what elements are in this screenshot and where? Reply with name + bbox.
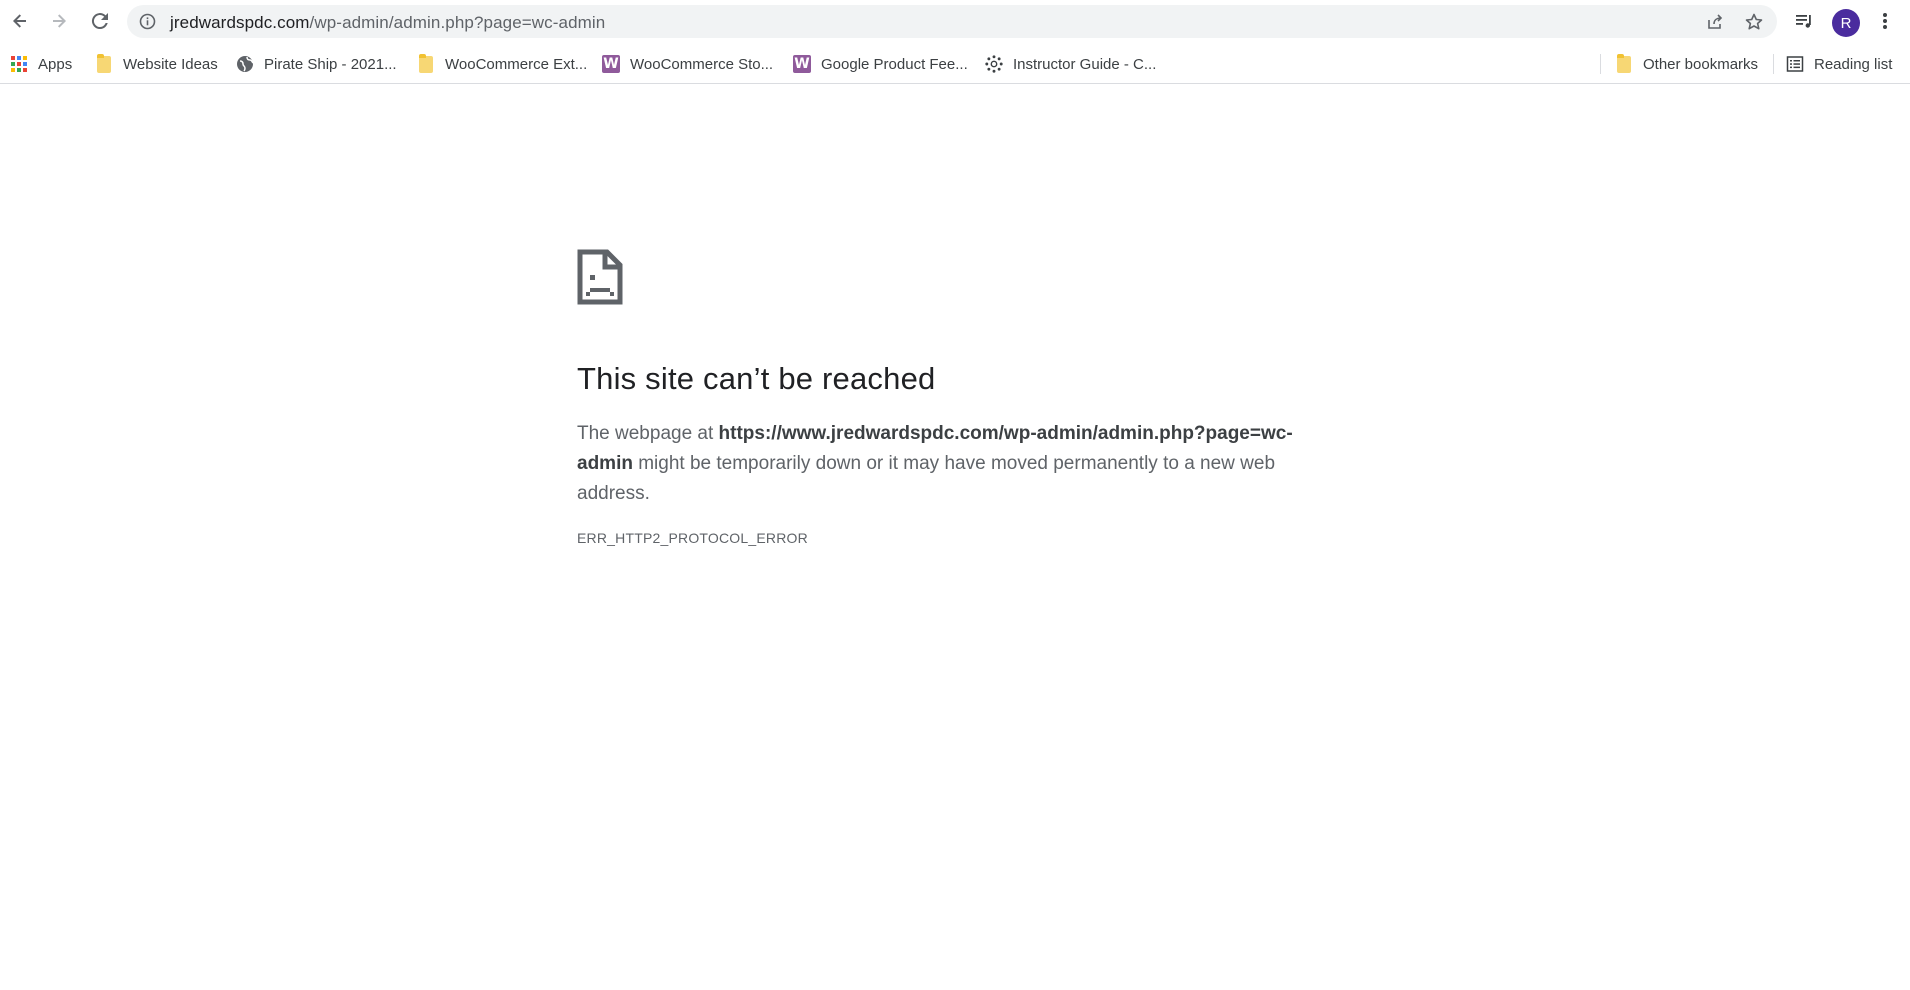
info-icon[interactable]: [139, 13, 156, 30]
woocommerce-icon: W: [602, 55, 620, 73]
share-button[interactable]: [1704, 11, 1726, 33]
share-icon: [1708, 14, 1723, 29]
bookmark-woocommerce-ext[interactable]: WooCommerce Ext...: [417, 52, 587, 76]
woocommerce-icon: W: [793, 55, 811, 73]
error-description: The webpage at https://www.jredwardspdc.…: [577, 419, 1317, 509]
bookmark-apps[interactable]: Apps: [10, 52, 72, 76]
bookmark-website-ideas[interactable]: Website Ideas: [95, 52, 218, 76]
reading-list-button[interactable]: Reading list: [1786, 52, 1892, 76]
error-title: This site can’t be reached: [577, 361, 936, 396]
bookmark-label: Apps: [38, 55, 73, 73]
url-host: jredwardspdc.com: [170, 13, 310, 32]
reload-icon: [91, 13, 108, 30]
profile-avatar[interactable]: R: [1832, 9, 1860, 37]
reading-list-icon: [1786, 55, 1804, 73]
browser-toolbar: jredwardspdc.com/wp-admin/admin.php?page…: [0, 0, 1910, 43]
bookmark-label: Website Ideas: [123, 55, 218, 73]
reload-button[interactable]: [85, 6, 115, 36]
bookmark-label: Pirate Ship - 2021...: [264, 55, 397, 73]
bookmark-label: Reading list: [1814, 55, 1893, 73]
bookmark-pirate-ship[interactable]: Pirate Ship - 2021...: [236, 52, 397, 76]
bookmark-label: Instructor Guide - C...: [1013, 55, 1157, 73]
url-path: /wp-admin/admin.php?page=wc-admin: [309, 13, 606, 32]
folder-icon: [1615, 53, 1633, 73]
bookmark-google-product-feed[interactable]: W Google Product Fee...: [793, 52, 968, 76]
bookmark-label: Google Product Fee...: [821, 55, 968, 73]
playlist-icon: [1796, 15, 1811, 28]
menu-button[interactable]: [1870, 6, 1900, 36]
sad-document-icon: [577, 249, 623, 305]
star-icon: [1745, 13, 1763, 30]
bookmark-instructor-guide[interactable]: Instructor Guide - C...: [985, 52, 1156, 76]
canvas-icon: [985, 55, 1003, 73]
arrow-right-icon: [53, 14, 66, 28]
error-page: This site can’t be reached The webpage a…: [0, 85, 1910, 990]
bookmark-label: WooCommerce Ext...: [445, 55, 588, 73]
bookmark-star-button[interactable]: [1743, 11, 1765, 33]
error-desc-suffix: might be temporarily down or it may have…: [577, 453, 1276, 504]
bookmarks-divider: [1600, 54, 1601, 74]
folder-icon: [417, 53, 435, 73]
error-desc-prefix: The webpage at: [577, 423, 719, 444]
bookmark-label: WooCommerce Sto...: [630, 55, 774, 73]
bookmark-label: Other bookmarks: [1643, 55, 1759, 73]
forward-button[interactable]: [44, 6, 74, 36]
apps-grid-icon: [10, 55, 28, 73]
address-url[interactable]: jredwardspdc.com/wp-admin/admin.php?page…: [170, 13, 605, 33]
bookmarks-divider: [1773, 54, 1774, 74]
error-code: ERR_HTTP2_PROTOCOL_ERROR: [577, 530, 808, 546]
folder-icon: [95, 53, 113, 73]
bookmark-woocommerce-store[interactable]: W WooCommerce Sto...: [602, 52, 773, 76]
bookmark-other-bookmarks[interactable]: Other bookmarks: [1615, 52, 1758, 76]
media-control-button[interactable]: [1789, 6, 1819, 36]
address-bar[interactable]: jredwardspdc.com/wp-admin/admin.php?page…: [127, 5, 1777, 38]
back-button[interactable]: [5, 6, 35, 36]
globe-icon: [236, 55, 254, 73]
more-vert-icon: [1883, 13, 1887, 29]
bookmarks-bar: Apps Website Ideas Pirate Ship - 2021...…: [0, 44, 1910, 84]
arrow-left-icon: [13, 14, 26, 28]
